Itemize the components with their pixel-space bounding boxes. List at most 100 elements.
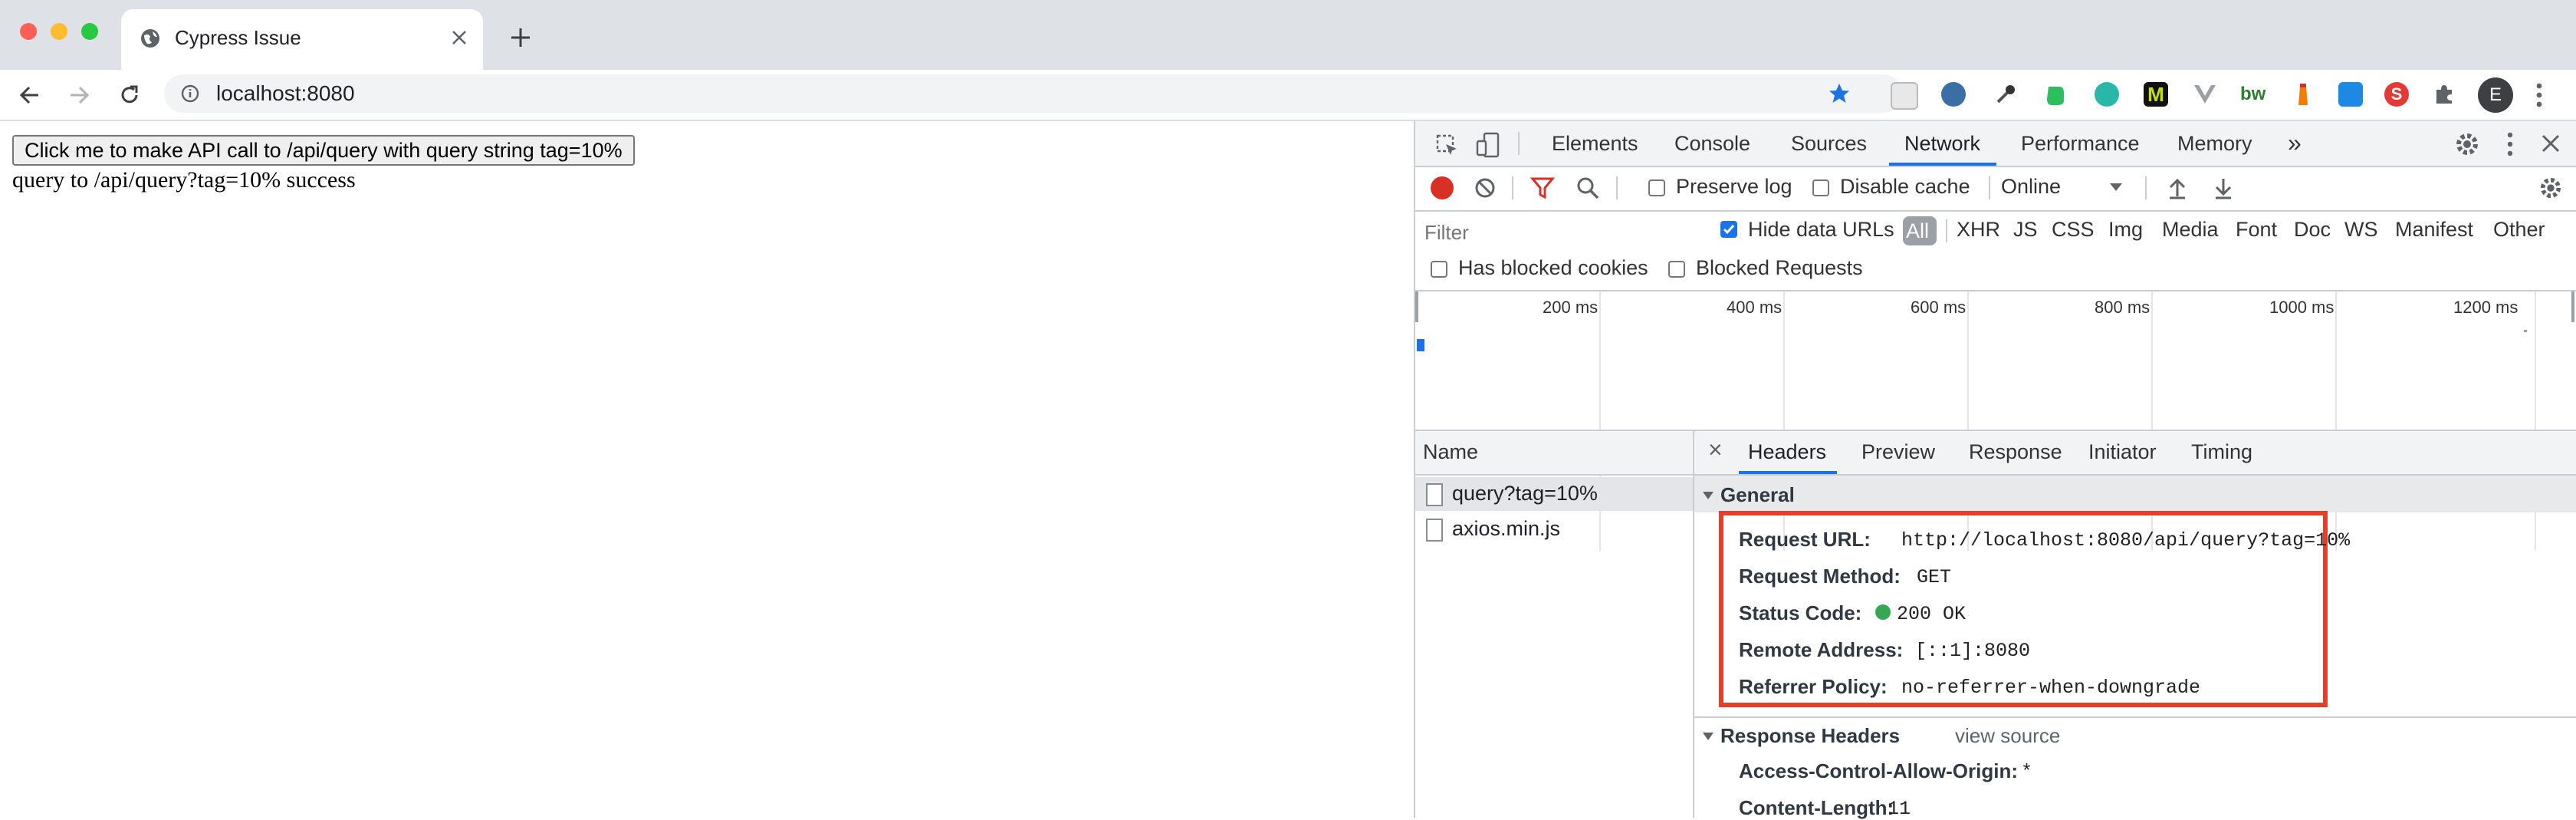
inspect-element-icon[interactable]: [1435, 133, 1460, 158]
devtools-menu-icon[interactable]: [2504, 130, 2516, 158]
content-length-value: 11: [1888, 798, 1911, 820]
menu-kebab-icon[interactable]: [2533, 81, 2545, 110]
remote-address-key: Remote Address:: [1739, 638, 1904, 661]
blocked-requests-checkbox[interactable]: [1668, 261, 1685, 278]
browser-tab[interactable]: Cypress Issue: [121, 9, 483, 70]
type-filter-img[interactable]: Img: [2108, 218, 2143, 242]
new-tab-icon[interactable]: [509, 26, 532, 49]
acao-value: *: [2021, 761, 2033, 783]
disable-cache-label: Disable cache: [1840, 175, 1970, 198]
close-icon[interactable]: [451, 29, 468, 46]
request-method-value: GET: [1917, 566, 1952, 588]
api-call-button[interactable]: Click me to make API call to /api/query …: [12, 135, 635, 166]
clear-icon[interactable]: [1474, 176, 1497, 199]
minimize-window-button[interactable]: [51, 23, 67, 40]
detail-tab-initiator[interactable]: Initiator: [2088, 440, 2157, 464]
tab-title: Cypress Issue: [175, 26, 301, 49]
disable-cache-checkbox[interactable]: [1812, 179, 1829, 196]
close-window-button[interactable]: [20, 23, 37, 40]
reload-icon[interactable]: [118, 84, 141, 107]
extension-s-icon[interactable]: S: [2384, 82, 2409, 107]
filter-icon[interactable]: [1530, 176, 1555, 199]
lighthouse-icon[interactable]: [2291, 82, 2315, 107]
forward-icon[interactable]: [67, 84, 90, 107]
filter-input[interactable]: [1423, 216, 1687, 249]
back-icon[interactable]: [18, 84, 41, 107]
table-row[interactable]: query?tag=10%: [1415, 477, 1693, 511]
page-viewport: Click me to make API call to /api/query …: [0, 121, 1414, 818]
type-filter-css[interactable]: CSS: [2052, 218, 2095, 242]
detail-tab-timing[interactable]: Timing: [2191, 440, 2252, 464]
type-filter-doc[interactable]: Doc: [2294, 218, 2331, 242]
type-filter-xhr[interactable]: XHR: [1957, 218, 2000, 242]
status-ok-dot: [1875, 604, 1891, 620]
devtools-panel: Elements Console Sources Network Perform…: [1414, 121, 2576, 820]
general-title: General: [1720, 483, 1795, 506]
divider: [1518, 132, 1520, 155]
bookmark-star-icon[interactable]: [1828, 82, 1851, 105]
tab-sources[interactable]: Sources: [1791, 132, 1867, 156]
extension-m-icon[interactable]: M: [2144, 82, 2168, 107]
timeline-handle-left[interactable]: [1415, 291, 1418, 322]
detail-tab-preview[interactable]: Preview: [1861, 440, 1935, 464]
network-settings-icon[interactable]: [2539, 176, 2562, 199]
extension-circle-icon[interactable]: [2095, 82, 2119, 107]
view-source-link[interactable]: view source: [1955, 724, 2060, 748]
general-section-header[interactable]: General: [1694, 476, 2576, 512]
profile-avatar[interactable]: E: [2478, 77, 2513, 113]
timeline-handle-right[interactable]: [2571, 291, 2574, 322]
tab-console[interactable]: Console: [1674, 132, 1750, 156]
zoom-window-button[interactable]: [81, 23, 98, 40]
divider: [1512, 176, 1513, 199]
tab-performance[interactable]: Performance: [2021, 132, 2140, 156]
device-toolbar-icon[interactable]: [1475, 132, 1501, 158]
type-filter-other[interactable]: Other: [2493, 218, 2545, 242]
type-filter-font[interactable]: Font: [2236, 218, 2277, 242]
address-bar[interactable]: localhost:8080: [164, 74, 1903, 113]
record-button[interactable]: [1431, 176, 1454, 199]
search-icon[interactable]: [1576, 176, 1599, 199]
detail-tab-response[interactable]: Response: [1969, 440, 2062, 464]
referrer-policy-value: no-referrer-when-downgrade: [1901, 677, 2201, 699]
bitwarden-icon[interactable]: bw: [2240, 82, 2266, 107]
type-filter-media[interactable]: Media: [2162, 218, 2219, 242]
export-har-icon[interactable]: [2213, 176, 2234, 199]
url-text: localhost:8080: [216, 81, 355, 105]
vue-devtools-icon[interactable]: [2193, 82, 2217, 107]
type-filter-ws[interactable]: WS: [2344, 218, 2378, 242]
preserve-log-checkbox[interactable]: [1648, 179, 1665, 196]
throttling-select[interactable]: Online: [2001, 175, 2061, 199]
hide-data-urls-checkbox[interactable]: [1720, 221, 1737, 238]
close-devtools-icon[interactable]: [2541, 133, 2561, 153]
detail-tab-headers[interactable]: Headers: [1748, 440, 1826, 464]
type-filter-manifest[interactable]: Manifest: [2395, 218, 2473, 242]
name-column-header[interactable]: Name: [1423, 440, 1478, 464]
close-detail-button[interactable]: ×: [1708, 436, 1723, 464]
evernote-icon[interactable]: [2042, 82, 2067, 107]
response-headers-section-header[interactable]: Response Headers view source: [1694, 718, 2576, 753]
puzzle-icon[interactable]: [2432, 82, 2456, 107]
tab-memory[interactable]: Memory: [2177, 132, 2252, 156]
tab-network[interactable]: Network: [1904, 132, 1980, 156]
triangle-down-icon: [1703, 492, 1714, 499]
more-tabs-button[interactable]: »: [2288, 129, 2302, 157]
import-har-icon[interactable]: [2167, 176, 2188, 199]
type-filter-all[interactable]: All: [1906, 219, 1929, 243]
status-code-value: 200 OK: [1897, 603, 1967, 625]
gear-icon[interactable]: [2455, 132, 2479, 156]
tab-elements[interactable]: Elements: [1552, 132, 1638, 156]
eyedropper-icon[interactable]: [1993, 82, 2018, 107]
table-row[interactable]: axios.min.js: [1415, 512, 1693, 546]
extension-page-icon[interactable]: [1891, 82, 1918, 110]
chevron-down-icon[interactable]: [2108, 181, 2124, 193]
request-method-key: Request Method:: [1739, 565, 1901, 588]
type-filter-js[interactable]: JS: [2013, 218, 2038, 242]
info-icon[interactable]: [181, 84, 199, 103]
browser-toolbar: localhost:8080 M bw S E: [0, 70, 2576, 121]
extension-card-icon[interactable]: [2338, 82, 2363, 107]
divider: [1946, 219, 1947, 242]
has-blocked-cookies-checkbox[interactable]: [1431, 261, 1447, 278]
extension-browser-icon[interactable]: [1941, 82, 1966, 107]
request-name: query?tag=10%: [1452, 482, 1598, 505]
request-bar: [1417, 339, 1424, 351]
